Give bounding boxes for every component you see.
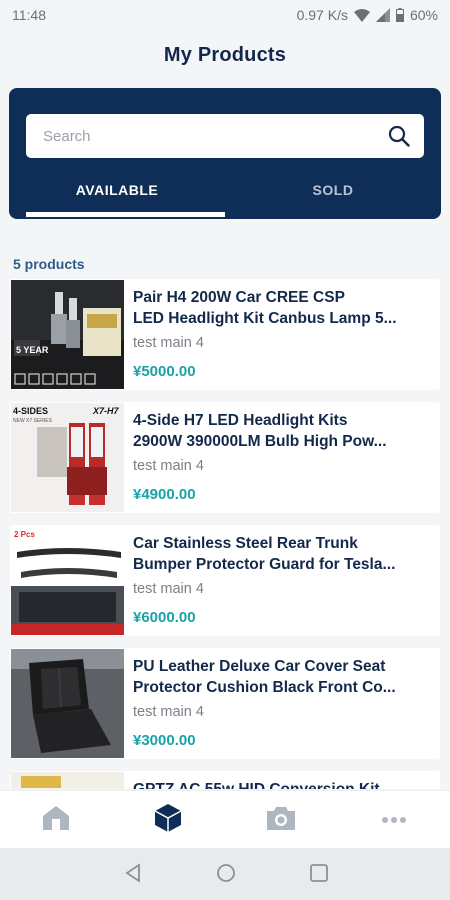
nav-more[interactable]	[338, 791, 450, 849]
product-card[interactable]: 2 Pcs Car Stainless Steel Rear Trunk Bum…	[10, 525, 440, 636]
product-card[interactable]: 5 YEAR Pair H4 200W Car CREE CSP LED Hea…	[10, 279, 440, 390]
bottom-nav	[0, 790, 450, 848]
network-speed: 0.97 K/s	[296, 7, 348, 23]
product-store: test main 4	[133, 704, 204, 720]
product-name-line2: Bumper Protector Guard for Tesla...	[133, 556, 396, 573]
product-image: 5 YEAR	[11, 280, 124, 389]
product-price: ¥3000.00	[133, 732, 196, 749]
wifi-icon	[353, 8, 370, 22]
tab-available[interactable]: AVAILABLE	[9, 168, 225, 212]
product-name: PU Leather Deluxe Car Cover Seat	[133, 658, 386, 675]
product-name: Car Stainless Steel Rear Trunk	[133, 535, 358, 552]
thumb-badge: 2 Pcs	[14, 530, 35, 539]
thumb-model: X7-H7	[92, 406, 120, 416]
product-price: ¥5000.00	[133, 363, 196, 380]
product-store: test main 4	[133, 458, 204, 474]
status-indicators: 0.97 K/s 60%	[297, 7, 438, 23]
product-name: 4-Side H7 LED Headlight Kits	[133, 412, 348, 429]
product-name: Pair H4 200W Car CREE CSP	[133, 289, 345, 306]
product-image: 2 Pcs	[11, 526, 124, 635]
product-store: test main 4	[133, 581, 204, 597]
search-input[interactable]	[26, 114, 376, 158]
products-count: 5 products	[13, 256, 85, 272]
thumb-badge: 5 YEAR	[16, 345, 49, 355]
product-name-line2: 2900W 390000LM Bulb High Pow...	[133, 433, 387, 450]
system-nav-bar	[0, 848, 450, 900]
product-name-line2: Protector Cushion Black Front Co...	[133, 679, 396, 696]
signal-icon	[375, 8, 390, 22]
search-box[interactable]	[26, 114, 424, 158]
home-icon[interactable]	[42, 805, 70, 836]
thumb-sublabel: NEW X7 SERIES	[13, 418, 53, 424]
nav-home[interactable]	[0, 791, 112, 849]
product-card[interactable]: GPTZ AC 55w HID Conversion Kit	[10, 771, 440, 789]
tab-sold[interactable]: SOLD	[225, 168, 441, 212]
back-icon[interactable]	[124, 863, 142, 888]
product-store: test main 4	[133, 335, 204, 351]
product-image	[11, 649, 124, 758]
product-card[interactable]: PU Leather Deluxe Car Cover Seat Protect…	[10, 648, 440, 759]
product-image	[11, 772, 124, 789]
more-icon[interactable]	[381, 811, 407, 829]
product-price: ¥6000.00	[133, 609, 196, 626]
status-bar: 11:48 0.97 K/s 60%	[0, 0, 450, 30]
search-icon[interactable]	[388, 125, 410, 152]
product-name: GPTZ AC 55w HID Conversion Kit	[133, 779, 433, 789]
product-image: 4-SIDES NEW X7 SERIES X7-H7	[11, 403, 124, 512]
tab-indicator	[26, 212, 225, 217]
tab-bar: AVAILABLE SOLD	[9, 168, 441, 219]
box-icon[interactable]	[154, 803, 182, 838]
header-panel: AVAILABLE SOLD	[9, 88, 441, 219]
nav-camera[interactable]	[225, 791, 337, 849]
product-list[interactable]: 5 YEAR Pair H4 200W Car CREE CSP LED Hea…	[10, 279, 440, 789]
product-card[interactable]: 4-SIDES NEW X7 SERIES X7-H7 4-Side H7 LE…	[10, 402, 440, 513]
battery-icon	[395, 8, 404, 22]
camera-icon[interactable]	[266, 805, 296, 836]
battery-level: 60%	[409, 7, 438, 23]
thumb-label: 4-SIDES	[13, 406, 48, 416]
nav-products[interactable]	[112, 791, 224, 849]
home-circle-icon[interactable]	[216, 863, 236, 888]
product-price: ¥4900.00	[133, 486, 196, 503]
page-title: My Products	[163, 44, 287, 66]
product-name-line2: LED Headlight Kit Canbus Lamp 5...	[133, 310, 397, 327]
status-time: 11:48	[12, 7, 46, 23]
recents-icon[interactable]	[309, 863, 329, 888]
